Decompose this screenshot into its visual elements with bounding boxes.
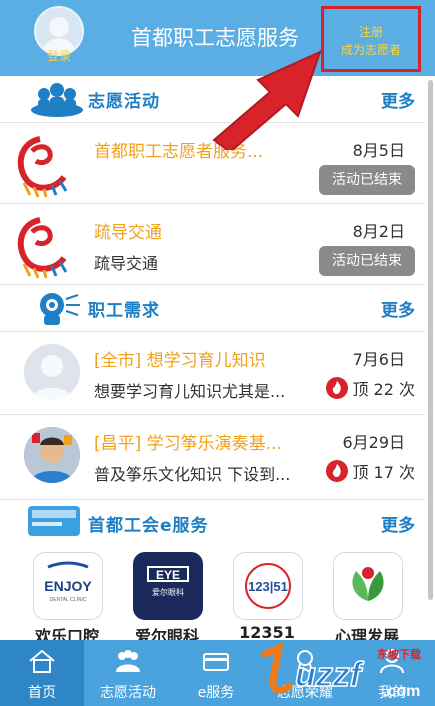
enjoy-logo-subtext: DENTAL CLINIC xyxy=(50,597,87,603)
service-tiles: ENJOY DENTAL CLINIC 欢乐口腔 EYE 爱尔眼科 爱尔眼科 1… xyxy=(0,540,425,646)
volunteer-group-icon xyxy=(31,83,83,117)
aier-logo-icon: EYE 爱尔眼科 xyxy=(147,566,189,597)
vote-text: 顶 22 次 xyxy=(352,380,415,399)
section-header-needs: 职工需求 更多 xyxy=(0,285,425,332)
vote-count[interactable]: 顶 17 次 xyxy=(326,459,415,483)
card-icon xyxy=(203,653,229,671)
activity-title: 疏导交通 xyxy=(94,223,162,243)
need-date: 7月6日 xyxy=(352,350,405,369)
watermark-sub: 东坡下载 xyxy=(377,647,421,661)
flame-icon xyxy=(326,460,349,482)
section-title: 职工需求 xyxy=(88,301,160,321)
need-title: [全市] 想学习育儿知识 xyxy=(94,351,266,371)
volunteer-icon xyxy=(116,650,140,672)
tile-enjoy-dental[interactable]: ENJOY DENTAL CLINIC xyxy=(33,552,103,620)
activity-date: 8月5日 xyxy=(352,141,405,160)
activity-date: 8月2日 xyxy=(352,222,405,241)
union-logo-icon xyxy=(17,217,68,279)
more-link[interactable]: 更多 xyxy=(381,87,415,112)
aier-logo-text: EYE xyxy=(156,568,180,582)
avatar xyxy=(24,427,80,483)
need-subtitle: 想要学习育儿知识尤其是... xyxy=(94,382,286,401)
user-photo-icon xyxy=(24,427,80,483)
aier-logo-subtext: 爱尔眼科 xyxy=(152,587,184,597)
activity-row[interactable]: 疏导交通 疏导交通 8月2日 活动已结束 xyxy=(0,204,425,285)
activity-subtitle: 疏导交通 xyxy=(94,254,159,273)
need-row[interactable]: [全市] 想学习育儿知识 想要学习育儿知识尤其是... 7月6日 顶 22 次 xyxy=(0,332,425,415)
megaphone-icon xyxy=(40,293,80,325)
hotline-logo-icon: 123|51 xyxy=(245,563,291,609)
watermark-domain: .com xyxy=(383,683,420,700)
more-link[interactable]: 更多 xyxy=(381,296,415,321)
status-badge: 活动已结束 xyxy=(319,246,415,276)
tab-label: 志愿活动 xyxy=(100,685,156,701)
need-subtitle: 普及筝乐文化知识 下设到... xyxy=(94,465,291,484)
login-link[interactable]: 登录 xyxy=(36,47,82,64)
register-button[interactable]: 注册 成为志愿者 xyxy=(321,6,421,72)
avatar xyxy=(24,344,80,400)
status-badge: 活动已结束 xyxy=(319,165,415,195)
tab-volunteer[interactable]: 志愿活动 xyxy=(84,640,172,706)
tab-label: e服务 xyxy=(197,685,235,701)
tab-eservice[interactable]: e服务 xyxy=(172,640,260,706)
register-label: 注册 xyxy=(358,25,383,39)
section-title: 志愿活动 xyxy=(88,92,160,112)
hotline-logo-text: 123|51 xyxy=(248,579,288,594)
tile-psychology[interactable] xyxy=(333,552,403,620)
enjoy-logo-icon: ENJOY DENTAL CLINIC xyxy=(44,561,92,603)
more-link[interactable]: 更多 xyxy=(381,511,415,536)
scrollbar[interactable] xyxy=(428,80,433,600)
watermark-logo: uzzf 东坡下载 .com xyxy=(261,642,421,700)
highlight-arrow xyxy=(212,50,322,150)
need-date: 6月29日 xyxy=(342,433,405,452)
tile-12351[interactable]: 123|51 xyxy=(233,552,303,620)
tile-aier-eye[interactable]: EYE 爱尔眼科 xyxy=(133,552,203,620)
psychology-logo-icon xyxy=(352,567,384,601)
union-card-icon xyxy=(28,506,80,536)
register-sublabel: 成为志愿者 xyxy=(340,43,401,57)
tab-label: 首页 xyxy=(28,685,56,701)
need-row[interactable]: [昌平] 学习筝乐演奏基... 普及筝乐文化知识 下设到... 6月29日 顶 … xyxy=(0,415,425,500)
vote-text: 顶 17 次 xyxy=(352,463,415,482)
watermark-brand: uzzf xyxy=(295,656,365,694)
home-icon xyxy=(29,649,55,673)
enjoy-logo-text: ENJOY xyxy=(44,578,92,594)
union-logo-icon xyxy=(17,136,68,198)
default-user-icon xyxy=(32,355,72,400)
flame-icon xyxy=(326,377,349,399)
avatar-head xyxy=(49,17,69,37)
section-header-eservice: 首都工会e服务 更多 xyxy=(0,500,425,540)
vote-count[interactable]: 顶 22 次 xyxy=(326,376,415,400)
tab-home[interactable]: 首页 xyxy=(0,640,84,706)
section-title: 首都工会e服务 xyxy=(88,516,209,536)
need-title: [昌平] 学习筝乐演奏基... xyxy=(94,434,282,454)
